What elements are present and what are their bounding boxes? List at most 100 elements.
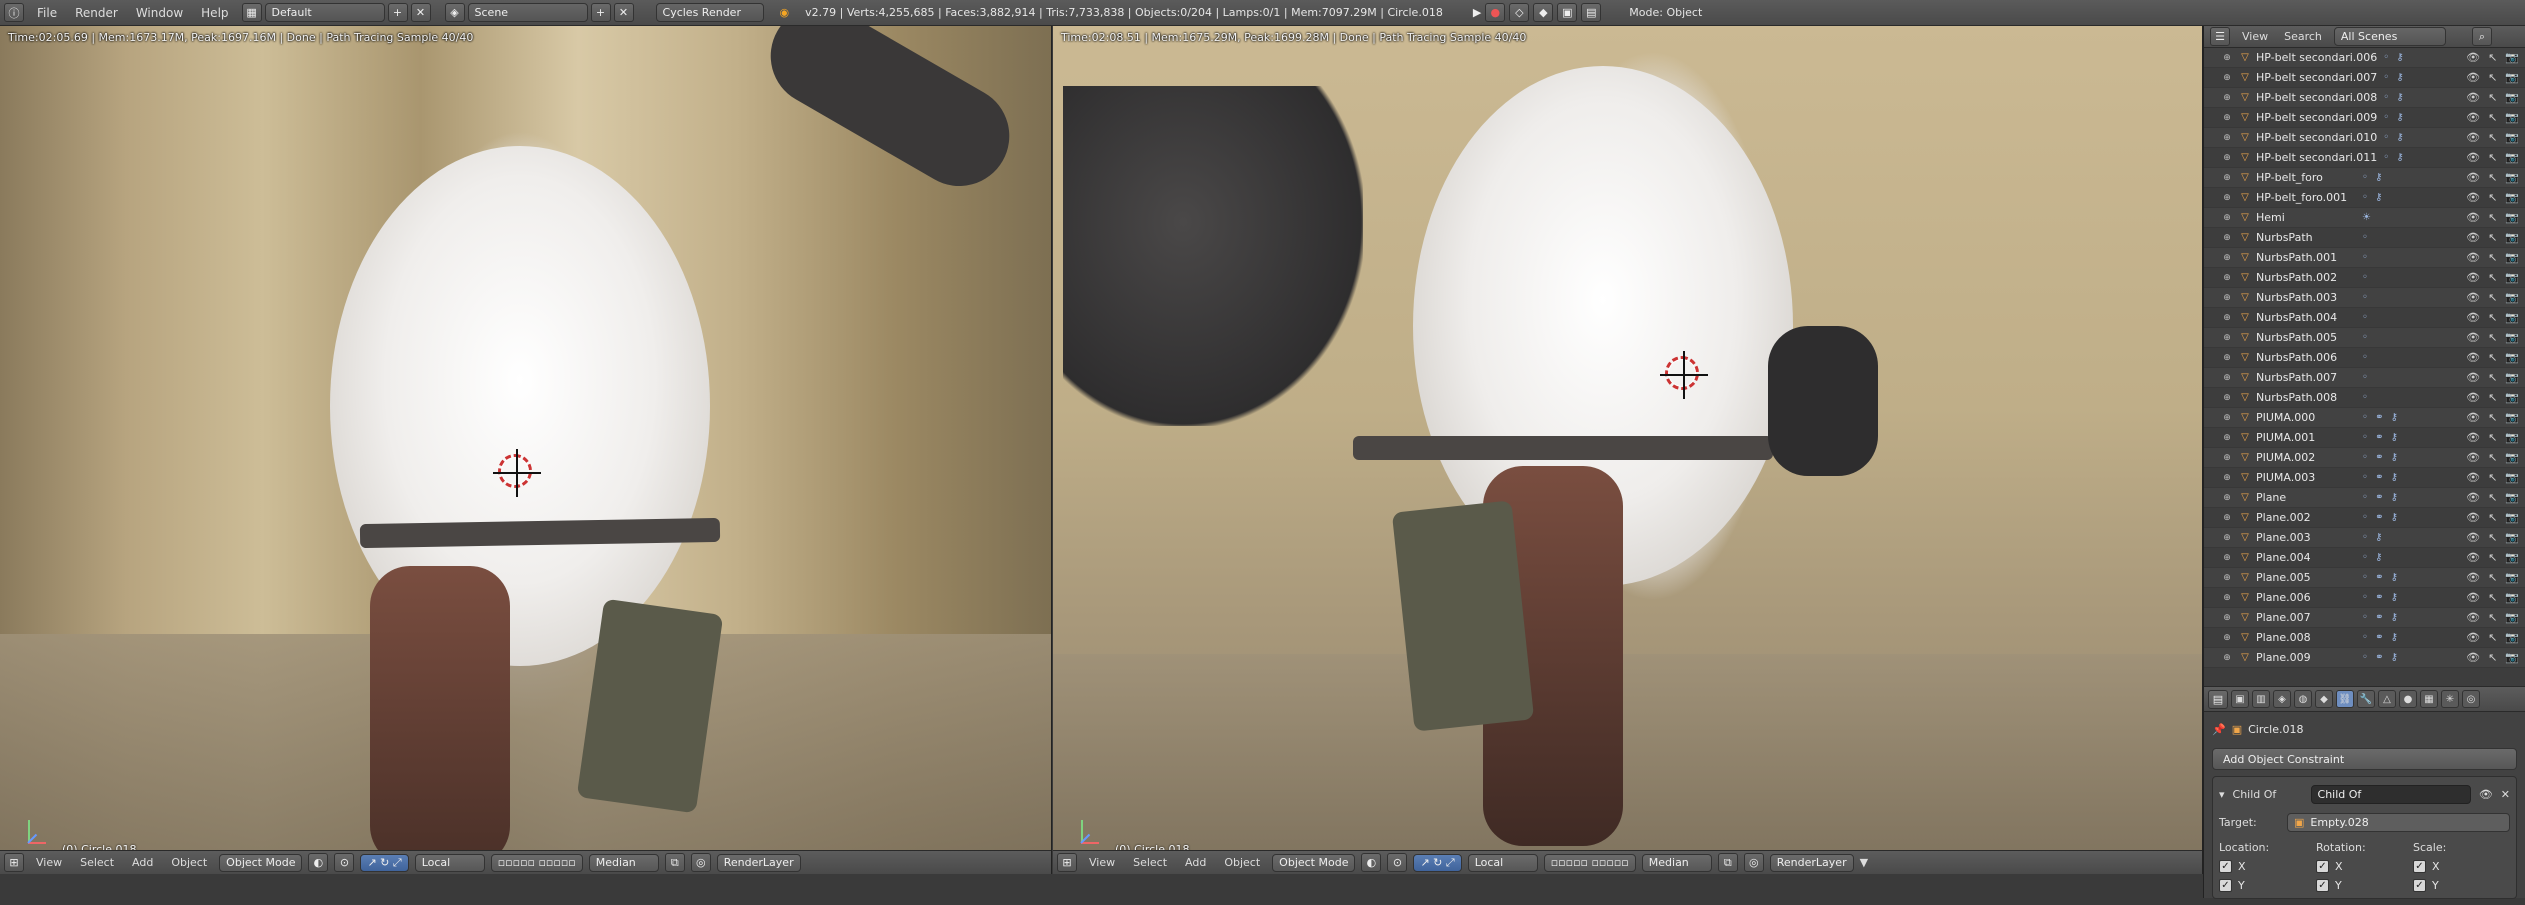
outliner-item[interactable]: ⊕ ▽ Plane.005 ◦ ⚭ ⚷ 👁 ↖ 📷 <box>2204 568 2525 588</box>
tab-data-icon[interactable]: △ <box>2378 690 2396 708</box>
camera-icon[interactable]: 📷 <box>2505 571 2519 584</box>
render-layer-selector[interactable]: RenderLayer <box>1769 853 1854 872</box>
camera-icon[interactable]: 📷 <box>2505 271 2519 284</box>
visibility-icon[interactable]: 👁 <box>2479 788 2493 801</box>
cursor-icon[interactable]: ↖ <box>2488 391 2497 404</box>
outliner-item[interactable]: ⊕ ▽ Plane.003 ◦ ⚷ 👁 ↖ 📷 <box>2204 528 2525 548</box>
eye-icon[interactable]: 👁 <box>2466 471 2480 484</box>
menu-render[interactable]: Render <box>66 6 127 20</box>
rotation-x-checkbox[interactable]: ✓ X <box>2316 860 2413 873</box>
close-icon[interactable]: ✕ <box>2501 788 2510 801</box>
camera-icon[interactable]: 📷 <box>2505 251 2519 264</box>
orientation-selector[interactable]: Local <box>1467 853 1538 872</box>
outliner-item[interactable]: ⊕ ▽ PIUMA.002 ◦ ⚭ ⚷ 👁 ↖ 📷 <box>2204 448 2525 468</box>
cursor-icon[interactable]: ↖ <box>2488 571 2497 584</box>
eye-icon[interactable]: 👁 <box>2466 431 2480 444</box>
camera-icon[interactable]: 📷 <box>2505 331 2519 344</box>
layout-icon[interactable]: ▦ <box>241 3 262 22</box>
expand-icon[interactable]: ⊕ <box>2220 413 2234 423</box>
outliner-item[interactable]: ⊕ ▽ NurbsPath.005 ◦ 👁 ↖ 📷 <box>2204 328 2525 348</box>
eye-icon[interactable]: 👁 <box>2466 331 2480 344</box>
tab-modifiers-icon[interactable]: 🔧 <box>2357 690 2375 708</box>
cursor-icon[interactable]: ↖ <box>2488 471 2497 484</box>
outliner-item[interactable]: ⊕ ▽ PIUMA.001 ◦ ⚭ ⚷ 👁 ↖ 📷 <box>2204 428 2525 448</box>
outliner-item[interactable]: ⊕ ▽ NurbsPath ◦ 👁 ↖ 📷 <box>2204 228 2525 248</box>
eye-icon[interactable]: 👁 <box>2466 291 2480 304</box>
constraint-name-field[interactable]: Child Of <box>2310 784 2471 804</box>
eye-icon[interactable]: 👁 <box>2466 591 2480 604</box>
add-constraint-button[interactable]: Add Object Constraint <box>2212 748 2517 770</box>
menu-select[interactable]: Select <box>74 856 120 869</box>
outliner-item[interactable]: ⊕ ▽ HP-belt secondari.009 ◦ ⚷ 👁 ↖ 📷 <box>2204 108 2525 128</box>
editor-type-icon[interactable]: ⓘ <box>4 3 24 22</box>
eye-icon[interactable]: 👁 <box>2466 71 2480 84</box>
outliner-item[interactable]: ⊕ ▽ NurbsPath.003 ◦ 👁 ↖ 📷 <box>2204 288 2525 308</box>
camera-icon[interactable]: 📷 <box>2505 211 2519 224</box>
eye-icon[interactable]: 👁 <box>2466 171 2480 184</box>
editor-type-icon[interactable]: ⊞ <box>1057 853 1077 872</box>
scene-selector[interactable]: Scene <box>467 3 588 22</box>
cursor-icon[interactable]: ↖ <box>2488 351 2497 364</box>
eye-icon[interactable]: 👁 <box>2466 111 2480 124</box>
tab-layers-icon[interactable]: ▥ <box>2252 690 2270 708</box>
properties-editor-icon[interactable]: ▤ <box>2208 689 2228 709</box>
location-x-checkbox[interactable]: ✓ X <box>2219 860 2316 873</box>
camera-icon[interactable]: 📷 <box>2505 71 2519 84</box>
outliner-item[interactable]: ⊕ ▽ HP-belt secondari.006 ◦ ⚷ 👁 ↖ 📷 <box>2204 48 2525 68</box>
rotation-y-checkbox[interactable]: ✓ Y <box>2316 879 2413 892</box>
cursor-icon[interactable]: ↖ <box>2488 371 2497 384</box>
cursor-icon[interactable]: ↖ <box>2488 431 2497 444</box>
expand-icon[interactable]: ⊕ <box>2220 93 2234 103</box>
camera-icon[interactable]: 📷 <box>2505 171 2519 184</box>
editor-type-icon[interactable]: ⊞ <box>4 853 24 872</box>
pivot-point-selector[interactable]: Median <box>1641 853 1712 872</box>
expand-icon[interactable]: ⊕ <box>2220 233 2234 243</box>
outliner-item[interactable]: ⊕ ▽ HP-belt secondari.008 ◦ ⚷ 👁 ↖ 📷 <box>2204 88 2525 108</box>
shading-icon[interactable]: ◐ <box>1361 853 1382 872</box>
tab-object-icon[interactable]: ◆ <box>2315 690 2333 708</box>
cursor-icon[interactable]: ↖ <box>2488 491 2497 504</box>
keying-set-icon[interactable]: ◆ <box>1533 3 1554 22</box>
eye-icon[interactable]: 👁 <box>2466 271 2480 284</box>
add-scene-button[interactable]: + <box>590 3 611 22</box>
camera-icon[interactable]: 📷 <box>2505 431 2519 444</box>
scale-x-checkbox[interactable]: ✓ X <box>2413 860 2510 873</box>
snap-icon[interactable]: ⧉ <box>664 853 685 872</box>
eye-icon[interactable]: 👁 <box>2466 371 2480 384</box>
cursor-icon[interactable]: ↖ <box>2488 271 2497 284</box>
outliner-item[interactable]: ⊕ ▽ HP-belt_foro ◦ ⚷ 👁 ↖ 📷 <box>2204 168 2525 188</box>
outliner-search-icon[interactable]: ⌕ <box>2471 27 2492 46</box>
expand-icon[interactable]: ⊕ <box>2220 313 2234 323</box>
eye-icon[interactable]: 👁 <box>2466 51 2480 64</box>
outliner-item[interactable]: ⊕ ▽ Plane.004 ◦ ⚷ 👁 ↖ 📷 <box>2204 548 2525 568</box>
expand-icon[interactable]: ⊕ <box>2220 113 2234 123</box>
target-field[interactable]: ▣ Empty.028 <box>2287 812 2510 832</box>
menu-file[interactable]: File <box>28 6 66 20</box>
mode-selector[interactable]: Object Mode <box>219 853 303 872</box>
camera-icon[interactable]: 📷 <box>2505 131 2519 144</box>
outliner-item[interactable]: ⊕ ▽ Plane.007 ◦ ⚭ ⚷ 👁 ↖ 📷 <box>2204 608 2525 628</box>
expand-icon[interactable]: ⊕ <box>2220 273 2234 283</box>
keying-icon[interactable]: ◇ <box>1509 3 1530 22</box>
expand-icon[interactable]: ⊕ <box>2220 353 2234 363</box>
outliner-item[interactable]: ⊕ ▽ NurbsPath.006 ◦ 👁 ↖ 📷 <box>2204 348 2525 368</box>
expand-icon[interactable]: ⊕ <box>2220 193 2234 203</box>
scene-icon[interactable]: ◈ <box>444 3 465 22</box>
camera-icon[interactable]: 📷 <box>2505 351 2519 364</box>
eye-icon[interactable]: 👁 <box>2466 311 2480 324</box>
cursor-icon[interactable]: ↖ <box>2488 631 2497 644</box>
cursor-icon[interactable]: ↖ <box>2488 191 2497 204</box>
eye-icon[interactable]: 👁 <box>2466 391 2480 404</box>
camera-icon[interactable]: 📷 <box>2505 411 2519 424</box>
cursor-icon[interactable]: ↖ <box>2488 71 2497 84</box>
expand-icon[interactable]: ⊕ <box>2220 613 2234 623</box>
outliner-item[interactable]: ⊕ ▽ HP-belt secondari.010 ◦ ⚷ 👁 ↖ 📷 <box>2204 128 2525 148</box>
cursor-icon[interactable]: ↖ <box>2488 211 2497 224</box>
camera-icon[interactable]: 📷 <box>2505 291 2519 304</box>
outliner-item[interactable]: ⊕ ▽ HP-belt_foro.001 ◦ ⚷ 👁 ↖ 📷 <box>2204 188 2525 208</box>
outliner-item[interactable]: ⊕ ▽ Plane.006 ◦ ⚭ ⚷ 👁 ↖ 📷 <box>2204 588 2525 608</box>
cursor-icon[interactable]: ↖ <box>2488 251 2497 264</box>
expand-icon[interactable]: ⊕ <box>2220 133 2234 143</box>
menu-object[interactable]: Object <box>165 856 213 869</box>
cursor-icon[interactable]: ↖ <box>2488 611 2497 624</box>
